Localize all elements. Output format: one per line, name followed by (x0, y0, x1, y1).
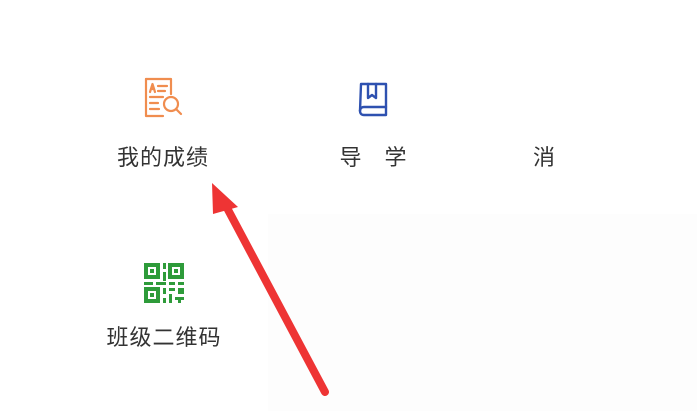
grade-report-icon (96, 76, 230, 124)
menu-item-label: 消 (532, 146, 555, 171)
menu-item-label: 我的成绩 (116, 146, 209, 171)
menu-item-message[interactable]: 消 (520, 140, 568, 172)
menu-item-my-grades[interactable]: 我的成绩 (96, 76, 230, 172)
book-icon (320, 80, 426, 124)
menu-item-label: 班级二维码 (106, 326, 222, 351)
menu-item-class-qr-code[interactable]: 班级二维码 (96, 262, 232, 352)
background-panel (268, 214, 697, 411)
qr-code-icon (96, 262, 232, 308)
menu-item-label: 导 学 (339, 146, 415, 171)
menu-item-guide-study[interactable]: 导 学 (320, 80, 426, 172)
